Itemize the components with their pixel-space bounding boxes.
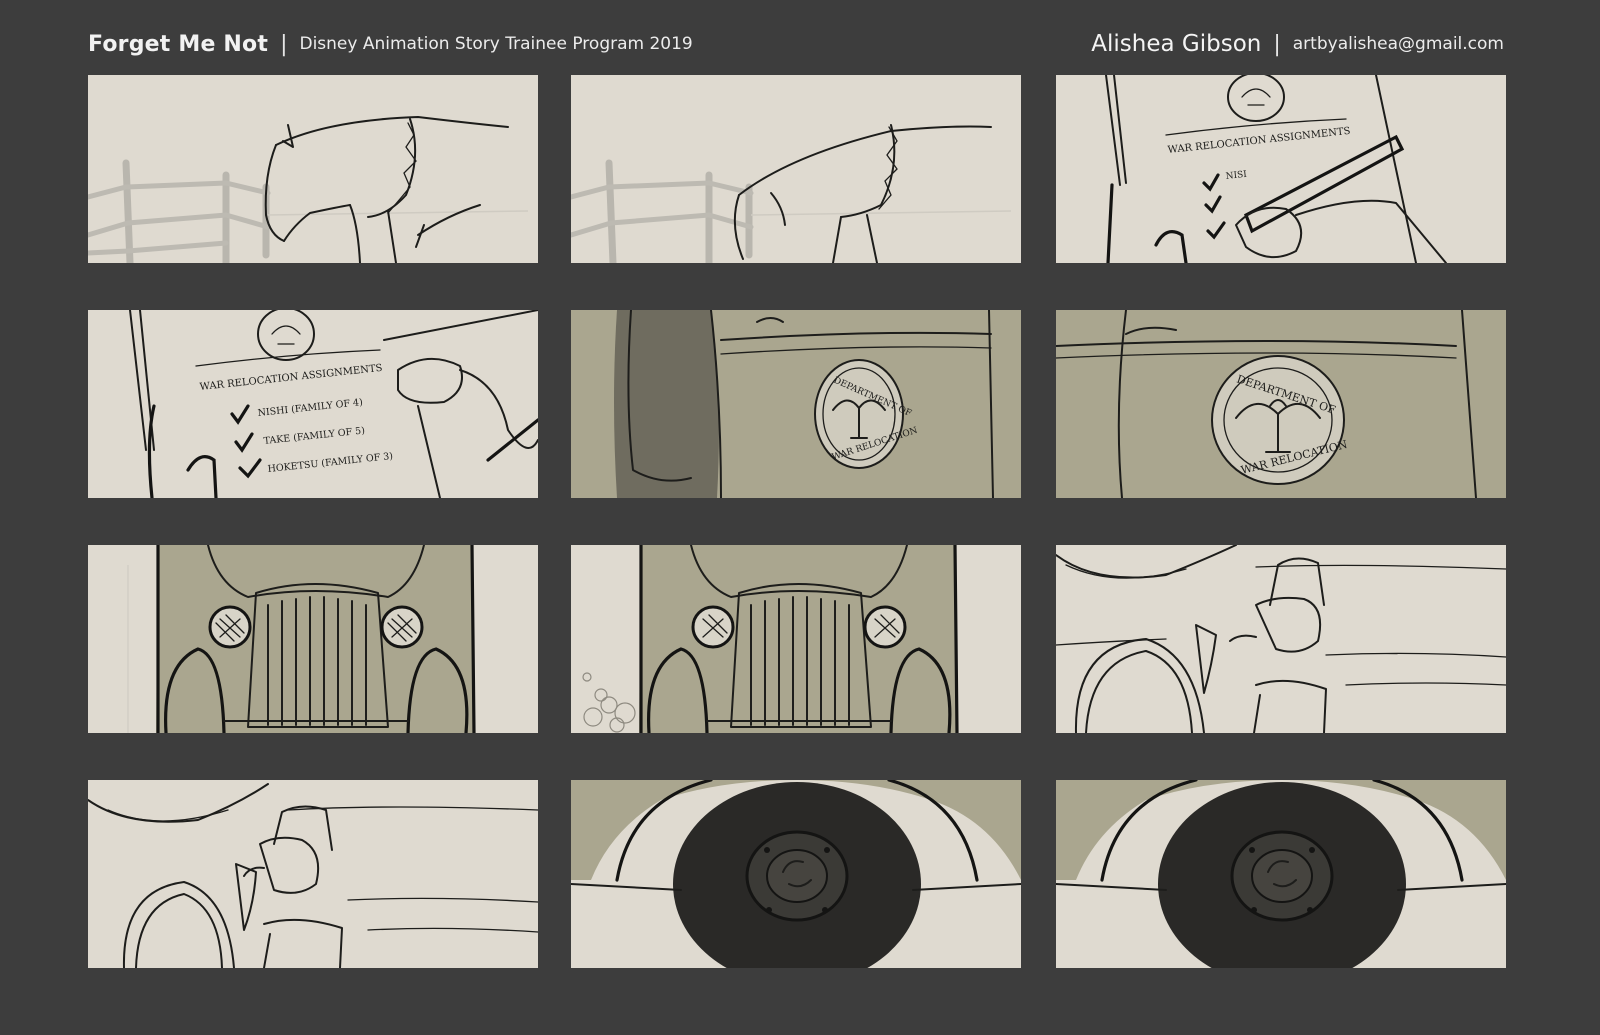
- entry-take-text: TAKE (FAMILY OF 5): [263, 425, 365, 447]
- storyboard-panel-3: WAR RELOCATION ASSIGNMENTS NISI: [1056, 75, 1506, 263]
- storyboard-panel-9: [1056, 545, 1506, 733]
- storyboard-panel-2: [571, 75, 1021, 263]
- form-title-text: WAR RELOCATION ASSIGNMENTS: [199, 363, 383, 393]
- checkmark-icon: [1206, 221, 1226, 240]
- door-emblem-closeup-sketch: DEPARTMENT OF WAR RELOCATION: [1056, 310, 1506, 498]
- truck-wheel-closeup-sketch: [571, 780, 1021, 968]
- author-email: artbyalishea@gmail.com: [1292, 34, 1504, 54]
- eagle-emblem-icon: [257, 310, 315, 361]
- header-left: Forget Me Not | Disney Animation Story T…: [88, 32, 693, 57]
- relocation-form-closeup-sketch: WAR RELOCATION ASSIGNMENTS NISHI (FAMILY…: [129, 310, 538, 498]
- storyboard-panel-10: [88, 780, 538, 968]
- truck-door-emblem-sketch: DEPARTMENT OF WAR RELOCATION: [571, 310, 1021, 498]
- checkmark-icon: [230, 404, 250, 425]
- eagle-emblem-icon: [1227, 75, 1285, 122]
- storyboard-panel-1: [88, 75, 538, 263]
- checkmark-icon: [238, 458, 262, 479]
- header-separator-left: |: [280, 31, 288, 57]
- storyboard-panel-12: [1056, 780, 1506, 968]
- figure-by-wheel-sketch: [88, 783, 538, 968]
- form-title-text: WAR RELOCATION ASSIGNMENTS: [1167, 126, 1351, 156]
- storyboard-panel-6: DEPARTMENT OF WAR RELOCATION: [1056, 310, 1506, 498]
- storyboard-panel-8: [571, 545, 1021, 733]
- storyboard-panel-4: WAR RELOCATION ASSIGNMENTS NISHI (FAMILY…: [88, 310, 538, 498]
- wheel-passing-figure-sketch: [1056, 545, 1506, 733]
- signing-form-sketch: WAR RELOCATION ASSIGNMENTS NISI: [1105, 75, 1447, 263]
- horse-lowering-head-sketch: [571, 124, 1012, 263]
- entry-nishi-text: NISHI (FAMILY OF 4): [257, 397, 363, 419]
- truck-front-sketch: [127, 545, 476, 733]
- header-right: Alishea Gibson | artbyalishea@gmail.com: [1091, 31, 1504, 57]
- checkmark-icon: [1202, 173, 1220, 192]
- storyboard-panel-7: [88, 545, 538, 733]
- checkmark-icon: [1204, 195, 1222, 214]
- storyboard-panel-11: [571, 780, 1021, 968]
- checkmark-icon: [234, 432, 254, 453]
- truck-front-dust-sketch: [582, 545, 959, 733]
- program-subtitle: Disney Animation Story Trainee Program 2…: [299, 34, 693, 54]
- storyboard-panel-5: DEPARTMENT OF WAR RELOCATION: [571, 310, 1021, 498]
- entry-hoketsu-text: HOKETSU (FAMILY OF 3): [267, 451, 393, 475]
- project-title: Forget Me Not: [88, 31, 269, 57]
- dust-cloud: [582, 672, 636, 733]
- horse-grazing-sketch: [88, 116, 529, 263]
- header-separator-right: |: [1273, 31, 1281, 57]
- author-name: Alishea Gibson: [1091, 31, 1262, 57]
- truck-wheel-closeup-2-sketch: [1056, 780, 1506, 968]
- partial-entry-text: NISI: [1225, 170, 1248, 182]
- header: Forget Me Not | Disney Animation Story T…: [88, 26, 1504, 62]
